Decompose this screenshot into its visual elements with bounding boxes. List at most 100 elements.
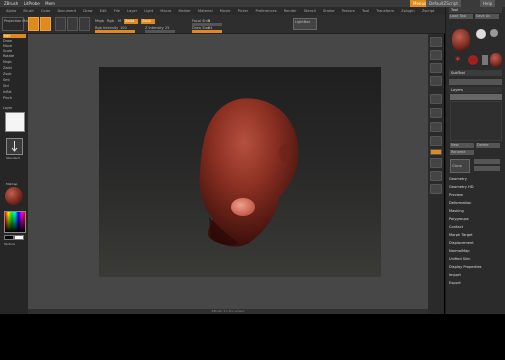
tool-export[interactable]: Export	[449, 281, 461, 285]
rgb-toggle[interactable]: Rgb	[107, 19, 114, 23]
menu-movie[interactable]: Movie	[220, 7, 231, 15]
rotate-view-button[interactable]	[430, 184, 442, 194]
persp-button[interactable]	[430, 94, 442, 104]
star-tool-icon[interactable]: ✶	[454, 55, 464, 65]
left-item-scale[interactable]: Scale	[3, 49, 12, 53]
left-item-std[interactable]: Std	[3, 84, 9, 88]
new-layer-button[interactable]: New	[450, 143, 474, 148]
menu-render[interactable]: Render	[284, 7, 297, 15]
tool-contact[interactable]: Contact	[449, 225, 463, 229]
draw-mode-button[interactable]	[40, 17, 51, 31]
left-item-move[interactable]: Move	[3, 44, 12, 48]
move-mode-button[interactable]	[55, 17, 66, 31]
aahalf-button[interactable]	[430, 76, 442, 86]
alpha-swatch[interactable]	[5, 112, 25, 132]
menu-marker[interactable]: Marker	[178, 7, 190, 15]
layer-option-1[interactable]	[474, 159, 500, 164]
tool-import[interactable]: Import	[449, 273, 461, 277]
projection-master-button[interactable]: Projection Master	[2, 17, 34, 31]
subtool-header[interactable]: SubTool	[449, 70, 502, 76]
menu-draw[interactable]: Draw	[83, 7, 92, 15]
left-item-edit[interactable]: Edit	[3, 34, 26, 38]
menu-file[interactable]: File	[114, 7, 120, 15]
menu-preferences[interactable]: Preferences	[255, 7, 276, 15]
tool-thumb-4[interactable]	[482, 55, 488, 65]
main-color-swatch[interactable]	[4, 235, 14, 240]
menu-material[interactable]: Material	[198, 7, 213, 15]
menu-tool[interactable]: Tool	[362, 7, 369, 15]
menu-zscript[interactable]: Zscript	[422, 7, 434, 15]
tool-polygroups[interactable]: Polygroups	[449, 217, 469, 221]
load-tool-button[interactable]: Load Tool	[449, 14, 473, 19]
tool-displacement[interactable]: Displacement	[449, 241, 474, 245]
layer-option-2[interactable]	[474, 166, 500, 171]
tool-thumb-3[interactable]	[468, 55, 478, 65]
zoom-view-button[interactable]	[430, 50, 442, 60]
menu-transform[interactable]: Transform	[376, 7, 394, 15]
color-picker[interactable]	[4, 211, 26, 233]
zsub-button[interactable]: Zsub	[141, 19, 155, 24]
rotate-mode-button[interactable]	[79, 17, 90, 31]
tool-normalmap[interactable]: NormalMap	[449, 249, 470, 253]
subtool-slot[interactable]	[449, 79, 502, 85]
layer-list[interactable]	[450, 101, 502, 141]
tool-masking[interactable]: Masking	[449, 209, 464, 213]
brush-icon[interactable]	[6, 138, 23, 155]
floor-button[interactable]	[430, 108, 442, 118]
menu-stroke[interactable]: Stroke	[323, 7, 334, 15]
scale-view-button[interactable]	[430, 171, 442, 181]
m-toggle[interactable]: M	[118, 19, 121, 23]
secondary-color-swatch[interactable]	[14, 235, 24, 240]
delete-layer-button[interactable]: Delete	[476, 143, 500, 148]
xyz-button[interactable]	[430, 136, 442, 146]
document-canvas[interactable]	[99, 67, 381, 277]
left-item-draw[interactable]: Draw	[3, 39, 12, 43]
left-item-mrgb[interactable]: Mrgb	[3, 60, 12, 64]
scale-mode-button[interactable]	[67, 17, 78, 31]
menu-light[interactable]: Light	[144, 7, 153, 15]
menu-picker[interactable]: Picker	[238, 7, 249, 15]
frame-button[interactable]	[430, 149, 442, 155]
left-item-rotate[interactable]: Rotate	[3, 54, 14, 58]
left-item-layer[interactable]: Layer	[3, 106, 12, 110]
tool-morph-target[interactable]: Morph Target	[449, 233, 473, 237]
layer-slot-1[interactable]	[450, 94, 502, 100]
menu-document[interactable]: Document	[57, 7, 76, 15]
save-as-button[interactable]: Save As	[475, 14, 499, 19]
move-view-button[interactable]	[430, 158, 442, 168]
menu-edit[interactable]: Edit	[100, 7, 107, 15]
left-item-inflat[interactable]: Inflat	[3, 90, 12, 94]
layers-header[interactable]: Layers	[449, 87, 502, 93]
tool-geometry-hd[interactable]: Geometry HD	[449, 185, 474, 189]
left-item-smt[interactable]: Smt	[3, 78, 10, 82]
rgb-intensity-slider[interactable]	[95, 30, 135, 33]
help-button[interactable]: Help	[480, 0, 496, 7]
scroll-view-button[interactable]	[430, 37, 442, 47]
left-item-zsub[interactable]: Zsub	[3, 72, 11, 76]
menu-layer[interactable]: Layer	[127, 7, 137, 15]
tool-deformation[interactable]: Deformation	[449, 201, 471, 205]
mrgb-toggle[interactable]: Mrgb	[95, 19, 104, 23]
default-zscript-button[interactable]: DefaultZScript	[426, 0, 461, 7]
menu-texture[interactable]: Texture	[342, 7, 355, 15]
tool-thumb-2[interactable]	[490, 29, 498, 37]
tool-display-properties[interactable]: Display Properties	[449, 265, 482, 269]
menu-color[interactable]: Color	[41, 7, 50, 15]
actual-size-button[interactable]	[430, 63, 442, 73]
z-intensity-slider[interactable]	[145, 30, 175, 33]
menu-macro[interactable]: Macro	[160, 7, 171, 15]
menu-alpha[interactable]: Alpha	[6, 7, 16, 15]
rename-layer-button[interactable]: Rename	[450, 150, 474, 155]
material-sphere-icon[interactable]	[5, 187, 23, 205]
left-item-zadd[interactable]: Zadd	[3, 66, 12, 70]
clone-button[interactable]: Clone	[450, 159, 470, 173]
tool-geometry[interactable]: Geometry	[449, 177, 467, 181]
sphere-tool-icon[interactable]	[476, 29, 486, 39]
draw-size-slider[interactable]	[192, 30, 222, 33]
menu-stencil[interactable]: Stencil	[304, 7, 316, 15]
lightbox-button[interactable]: LightBox	[293, 18, 317, 30]
menu-brush[interactable]: Brush	[23, 7, 33, 15]
active-tool-thumbnail[interactable]	[452, 29, 470, 51]
tool-thumb-5[interactable]	[490, 53, 502, 67]
tool-unified-skin[interactable]: Unified Skin	[449, 257, 470, 261]
